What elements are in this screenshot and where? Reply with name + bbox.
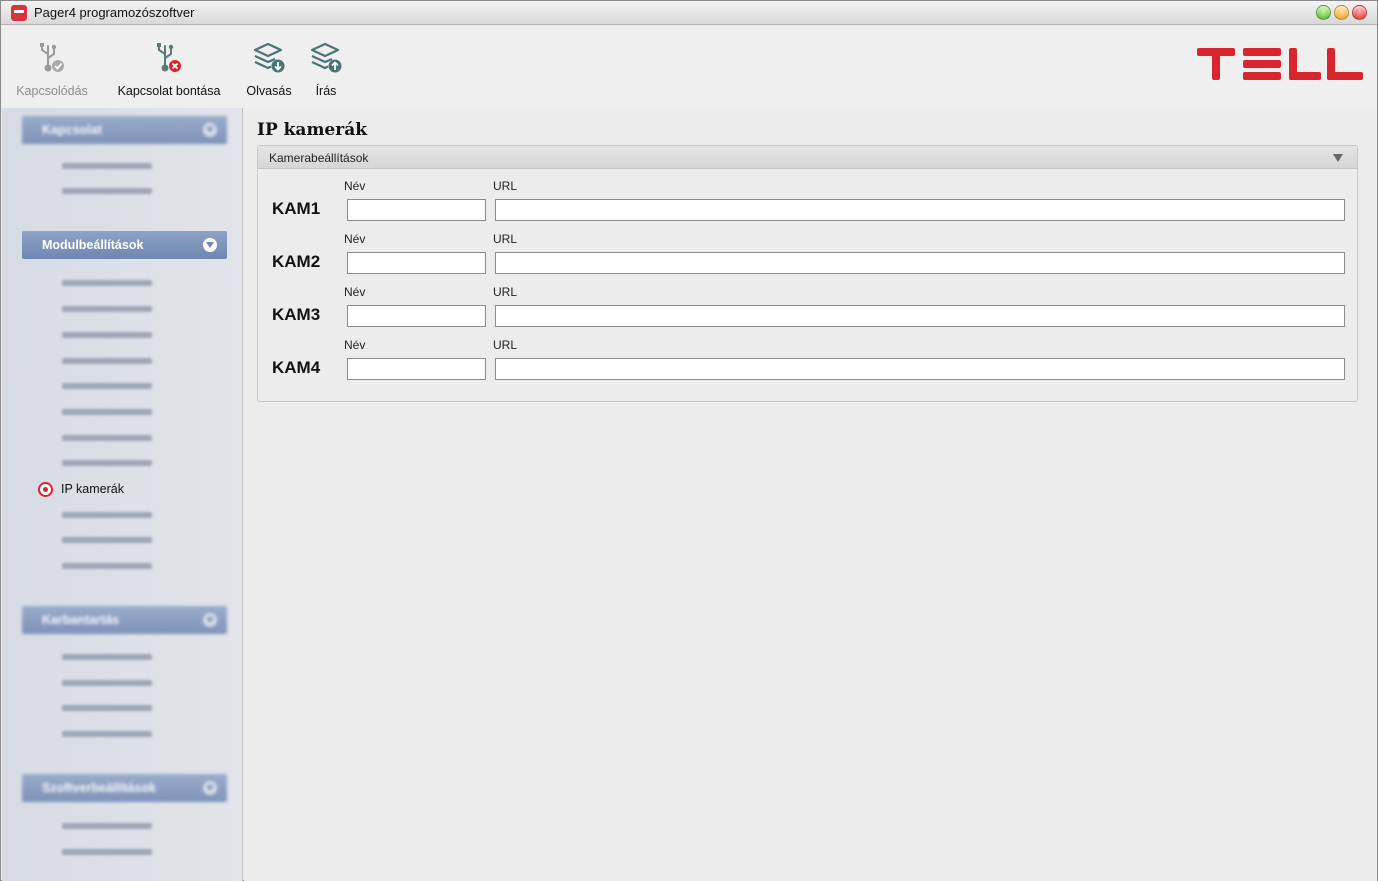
sidebar-item[interactable] bbox=[62, 558, 152, 574]
name-header: Név bbox=[344, 232, 366, 246]
usb-connect-icon bbox=[7, 40, 97, 76]
sidebar-section-maintenance[interactable]: Karbantartás bbox=[22, 606, 227, 634]
minimize-button[interactable] bbox=[1334, 5, 1349, 20]
read-button[interactable]: Olvasás bbox=[241, 40, 297, 98]
sidebar-item-ip-cameras[interactable]: IP kamerák bbox=[38, 481, 124, 497]
camera-row: Név URL KAM1 bbox=[258, 179, 1357, 231]
sidebar-item[interactable] bbox=[62, 327, 152, 343]
sidebar-item[interactable] bbox=[62, 700, 152, 716]
sidebar-item[interactable] bbox=[62, 649, 152, 665]
disconnect-button[interactable]: Kapcsolat bontása bbox=[111, 40, 227, 98]
sidebar-item[interactable] bbox=[62, 404, 152, 420]
maximize-button[interactable] bbox=[1316, 5, 1331, 20]
sidebar-item[interactable] bbox=[62, 301, 152, 317]
camera-row: Név URL KAM4 bbox=[258, 338, 1357, 390]
sidebar-item[interactable] bbox=[62, 455, 152, 471]
sidebar-section-label: Kapcsolat bbox=[42, 123, 102, 137]
name-header: Név bbox=[344, 338, 366, 352]
camera-label: KAM2 bbox=[272, 252, 321, 271]
camera-label: KAM3 bbox=[272, 305, 321, 324]
camera-row: Név URL KAM2 bbox=[258, 232, 1357, 284]
title-bar: Pager4 programozószoftver bbox=[1, 1, 1377, 25]
sidebar-item[interactable] bbox=[62, 275, 152, 291]
camera-url-input[interactable] bbox=[495, 358, 1345, 380]
toolbar: Kapcsolódás Kapcsolat bontása Olvasás Ír… bbox=[1, 26, 1377, 108]
database-read-icon bbox=[241, 40, 297, 76]
disconnect-label: Kapcsolat bontása bbox=[117, 84, 221, 98]
sidebar-section-label: Karbantartás bbox=[42, 613, 120, 627]
url-header: URL bbox=[493, 232, 518, 246]
chevron-down-icon bbox=[203, 613, 217, 627]
url-header: URL bbox=[493, 338, 518, 352]
sidebar-item[interactable] bbox=[62, 818, 152, 834]
camera-row: Név URL KAM3 bbox=[258, 285, 1357, 337]
write-label: Írás bbox=[315, 84, 337, 98]
camera-label: KAM4 bbox=[272, 358, 321, 377]
sidebar-item-label: IP kamerák bbox=[61, 482, 124, 496]
sidebar-item[interactable] bbox=[62, 675, 152, 691]
panel-title: Kamerabeállítások bbox=[269, 151, 369, 165]
panel-header[interactable]: Kamerabeállítások bbox=[258, 146, 1357, 169]
sidebar-section-connection[interactable]: Kapcsolat bbox=[22, 116, 227, 144]
camera-name-input[interactable] bbox=[347, 358, 486, 380]
page-title: IP kamerák bbox=[257, 120, 368, 140]
url-header: URL bbox=[493, 285, 518, 299]
app-icon bbox=[11, 5, 27, 21]
main-content: IP kamerák Kamerabeállítások Név URL KAM… bbox=[244, 108, 1377, 881]
usb-disconnect-icon bbox=[111, 40, 227, 76]
camera-label: KAM1 bbox=[272, 199, 321, 218]
connect-label: Kapcsolódás bbox=[16, 84, 88, 98]
active-radio-icon bbox=[38, 481, 53, 497]
read-label: Olvasás bbox=[246, 84, 292, 98]
window-controls bbox=[1316, 5, 1367, 20]
sidebar-item[interactable] bbox=[62, 158, 152, 174]
sidebar-item[interactable] bbox=[62, 353, 152, 369]
sidebar-item[interactable] bbox=[62, 183, 152, 199]
chevron-down-icon bbox=[203, 781, 217, 795]
sidebar-item[interactable] bbox=[62, 532, 152, 548]
camera-url-input[interactable] bbox=[495, 305, 1345, 327]
camera-url-input[interactable] bbox=[495, 252, 1345, 274]
sidebar-item[interactable] bbox=[62, 507, 152, 523]
write-button[interactable]: Írás bbox=[301, 40, 351, 98]
camera-name-input[interactable] bbox=[347, 199, 486, 221]
camera-name-input[interactable] bbox=[347, 305, 486, 327]
sidebar-section-label: Modulbeállítások bbox=[42, 238, 144, 252]
chevron-down-icon bbox=[203, 123, 217, 137]
sidebar-item[interactable] bbox=[62, 378, 152, 394]
name-header: Név bbox=[344, 179, 366, 193]
sidebar-item[interactable] bbox=[62, 430, 152, 446]
sidebar: Kapcsolat Modulbeállítások IP kamerák Ka… bbox=[2, 108, 243, 881]
app-window: Pager4 programozószoftver Kapcsolódás Ka… bbox=[0, 0, 1378, 881]
name-header: Név bbox=[344, 285, 366, 299]
url-header: URL bbox=[493, 179, 518, 193]
tell-logo bbox=[1197, 48, 1363, 80]
window-title: Pager4 programozószoftver bbox=[34, 5, 195, 20]
camera-name-input[interactable] bbox=[347, 252, 486, 274]
sidebar-section-label: Szoftverbeállítások bbox=[42, 781, 156, 795]
chevron-down-icon bbox=[203, 238, 217, 252]
camera-url-input[interactable] bbox=[495, 199, 1345, 221]
sidebar-item[interactable] bbox=[62, 726, 152, 742]
connect-button[interactable]: Kapcsolódás bbox=[7, 40, 97, 98]
collapse-arrow-icon[interactable] bbox=[1333, 154, 1343, 162]
camera-settings-panel: Kamerabeállítások Név URL KAM1 Név URL K… bbox=[257, 145, 1358, 402]
close-button[interactable] bbox=[1352, 5, 1367, 20]
sidebar-section-software-settings[interactable]: Szoftverbeállítások bbox=[22, 774, 227, 802]
sidebar-section-module-settings[interactable]: Modulbeállítások bbox=[22, 231, 227, 259]
database-write-icon bbox=[301, 40, 351, 76]
sidebar-item[interactable] bbox=[62, 844, 152, 860]
